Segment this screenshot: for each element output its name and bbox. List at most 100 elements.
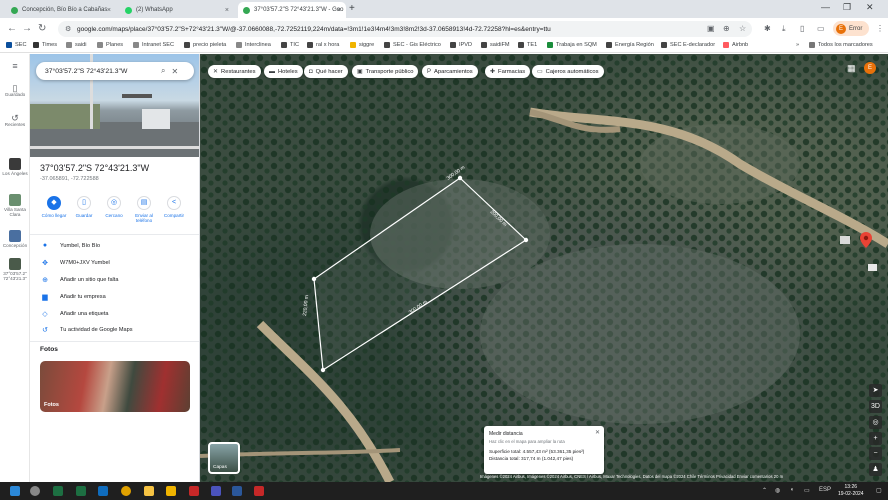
bookmark-precio-pieleta[interactable]: precio pieleta [184, 42, 226, 48]
back-icon[interactable]: ← [7, 23, 17, 34]
reload-icon[interactable]: ↻ [38, 23, 46, 34]
bookmark-interclinea[interactable]: Interclinea [236, 42, 271, 48]
address-bar[interactable]: ⚙ google.com/maps/place/37°03'57.2"S+72°… [58, 21, 752, 37]
chip-restaurants[interactable]: ✕ Restaurantes [208, 65, 261, 78]
photos-card[interactable]: Fotos [40, 361, 190, 412]
bookmark-times[interactable]: Times [33, 42, 57, 48]
rail-recent[interactable]: ↺ Recientes [0, 114, 30, 128]
install-app-icon[interactable]: ▣ [707, 24, 715, 33]
tab-concepcion[interactable]: Concepción, Bío Bío a Cabañas × [6, 2, 116, 18]
word-icon[interactable] [232, 486, 242, 496]
volume-icon[interactable]: ◖ [790, 487, 794, 493]
add-business[interactable]: ▆ Añadir tu empresa [40, 293, 105, 301]
my-location-icon[interactable]: ◎ [869, 416, 882, 429]
chip-parking[interactable]: P Aparcamientos [422, 65, 478, 78]
bookmark-airbnb[interactable]: Airbnb [723, 42, 748, 48]
profile-button[interactable]: E Error [833, 21, 869, 36]
layers-button[interactable]: Capas [208, 442, 240, 474]
close-icon[interactable]: ✕ [171, 67, 178, 76]
zoom-out-button[interactable]: − [869, 447, 882, 460]
minimize-icon[interactable]: — [821, 2, 830, 12]
url-text[interactable]: google.com/maps/place/37°03'57.2"S+72°43… [77, 26, 697, 33]
bookmark-sec-gis[interactable]: SEC - Gis Eléctrico [384, 42, 441, 48]
bookmark-te1[interactable]: TE1 [518, 42, 537, 48]
bookmark-saidifm[interactable]: saidiFM [481, 42, 510, 48]
bookmark-siggre[interactable]: siggre [350, 42, 374, 48]
bookmarks-overflow-button[interactable]: » [796, 42, 799, 48]
pegman-icon[interactable]: ♟ [869, 463, 882, 476]
language-indicator[interactable]: ESP [819, 487, 831, 493]
teams-icon[interactable] [211, 486, 221, 496]
chip-atms[interactable]: ▭ Cajeros automáticos [532, 65, 604, 78]
bookmark-tic[interactable]: TIC [281, 42, 299, 48]
chip-pharmacies[interactable]: ✚ Farmacias [485, 65, 531, 78]
recent-coordinates[interactable]: 37°03'57.2" 72°43'21.3" [0, 258, 30, 281]
nearby-button[interactable]: ◎ Cercano [100, 196, 128, 218]
side-panel-icon[interactable]: ▯ [800, 24, 804, 33]
notifications-icon[interactable]: ▢ [876, 487, 882, 494]
satellite-map[interactable]: 300,00 m 200,00 m 300,00 m 220,00 m ✕ Res… [200, 54, 888, 482]
app-icon[interactable] [189, 486, 199, 496]
chip-things-to-do[interactable]: ◘ Qué hacer [304, 65, 348, 78]
maximize-icon[interactable]: ❐ [843, 2, 851, 13]
close-window-icon[interactable]: ✕ [866, 2, 874, 13]
compass-icon[interactable]: ➤ [869, 384, 882, 397]
bookmark-ral-x-hora[interactable]: ral x hora [307, 42, 339, 48]
system-clock[interactable]: 13:26 19-02-2024 [838, 484, 864, 498]
bookmark-planes[interactable]: Planes [97, 42, 123, 48]
bookmark-energia-region[interactable]: Energía Región [606, 42, 654, 48]
extensions-icon[interactable]: ✱ [764, 24, 771, 33]
excel-icon[interactable] [76, 486, 86, 496]
zoom-icon[interactable]: ⊕ [723, 24, 730, 33]
share-button[interactable]: < Compartir [160, 196, 188, 218]
recent-concepcion[interactable]: Concepción [0, 230, 30, 248]
bookmark-intranet-sec[interactable]: Intranet SEC [133, 42, 174, 48]
search-icon[interactable]: ⌕ [161, 66, 165, 76]
recent-villa-santa-clara[interactable]: Villa Santa Clara [0, 194, 30, 217]
close-tab-icon[interactable]: × [337, 7, 341, 14]
bookmark-star-icon[interactable]: ☆ [739, 24, 746, 33]
street-view-photo[interactable]: 37°03'57.2"S 72°43'21.3"W ⌕ ✕ [30, 54, 199, 157]
forward-icon[interactable]: → [22, 23, 32, 34]
account-avatar[interactable]: E [864, 62, 876, 74]
bookmark-saidi[interactable]: saidi [66, 42, 87, 48]
save-button[interactable]: ▯ Guardar [70, 196, 98, 218]
send-to-phone-button[interactable]: ▤ Enviar al teléfono [130, 196, 158, 223]
new-tab-button[interactable]: + [349, 3, 355, 14]
bookmark-sec-e-declarador[interactable]: SEC E-declarador [661, 42, 715, 48]
outlook-icon[interactable] [98, 486, 108, 496]
close-tab-icon[interactable]: × [107, 7, 111, 14]
bookmark-ipvd[interactable]: IPVD [450, 42, 472, 48]
add-missing-place[interactable]: ⊕ Añadir un sitio que falta [40, 276, 118, 284]
zoom-in-button[interactable]: + [869, 432, 882, 445]
recent-los-angeles[interactable]: Los Ángeles [0, 158, 30, 176]
tilt-3d-button[interactable]: 3D [869, 400, 882, 413]
onedrive-icon[interactable] [166, 486, 176, 496]
tab-google-maps[interactable]: 37°03'57.2"S 72°43'21.3"W - Goo × [238, 2, 346, 18]
start-icon[interactable] [10, 486, 20, 496]
pdf-icon[interactable] [254, 486, 264, 496]
location-pin-icon[interactable] [860, 232, 872, 248]
tab-search-icon[interactable]: ▭ [817, 24, 825, 33]
menu-button[interactable]: ≡ [0, 62, 30, 71]
search-box[interactable]: 37°03'57.2"S 72°43'21.3"W ⌕ ✕ [36, 62, 194, 80]
search-icon[interactable] [30, 486, 40, 496]
bookmark-sec[interactable]: SEC [6, 42, 27, 48]
chip-hotels[interactable]: ▬ Hoteles [264, 65, 303, 78]
site-info-icon[interactable]: ⚙ [65, 26, 72, 33]
info-plus-code[interactable]: ✥ W7M0+JXV Yumbel [40, 259, 110, 267]
google-apps-icon[interactable]: ▦ [847, 63, 856, 74]
info-address[interactable]: ● Yumbel, Bío Bío [40, 242, 100, 249]
tab-whatsapp[interactable]: (2) WhatsApp × [120, 2, 234, 18]
search-input[interactable]: 37°03'57.2"S 72°43'21.3"W [45, 68, 155, 75]
chip-transit[interactable]: ▣ Transporte público [352, 65, 419, 78]
maps-activity[interactable]: ↺ Tu actividad de Google Maps [40, 326, 133, 334]
download-icon[interactable]: ⤓ [782, 24, 786, 34]
network-icon[interactable]: ◍ [775, 487, 780, 494]
battery-icon[interactable]: ▭ [804, 487, 810, 494]
chrome-menu-icon[interactable]: ⋮ [876, 24, 884, 33]
close-icon[interactable]: ✕ [595, 429, 600, 436]
excel-icon[interactable] [53, 486, 63, 496]
directions-button[interactable]: ◆ Cómo llegar [40, 196, 68, 218]
tray-chevron-icon[interactable]: ⌃ [762, 487, 767, 494]
